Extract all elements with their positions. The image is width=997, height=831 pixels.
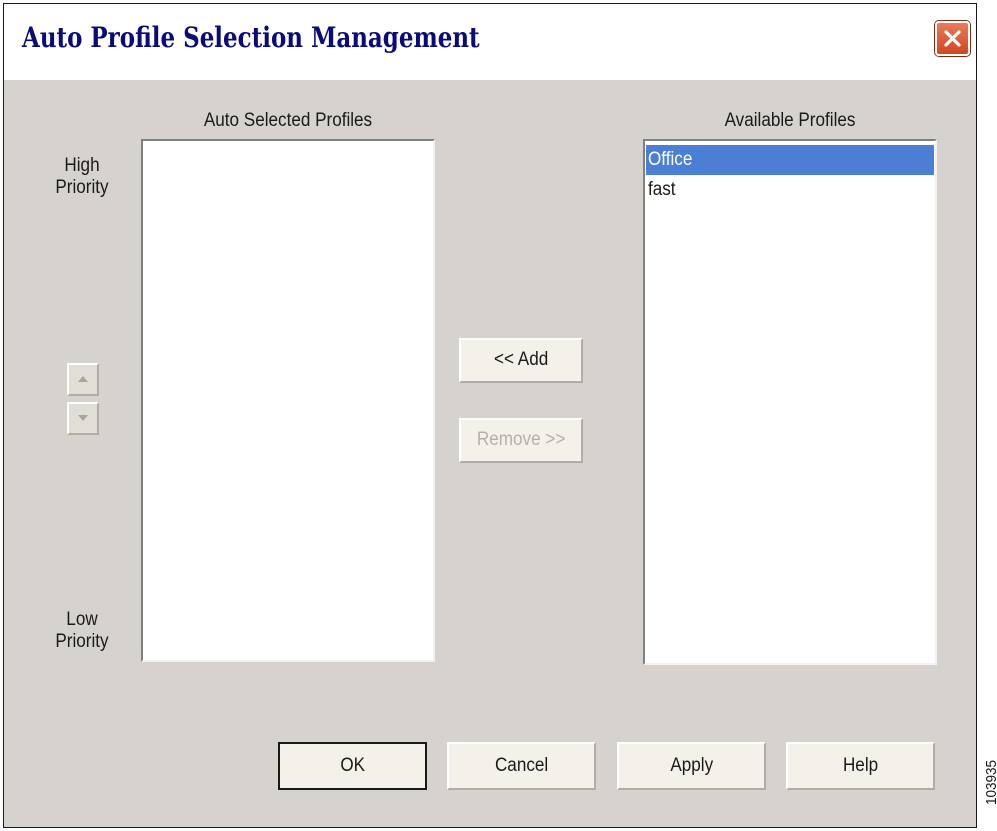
move-up-button[interactable]	[67, 363, 99, 396]
list-item-label: Office	[648, 149, 693, 170]
window-title: Auto Profile Selection Management	[22, 21, 480, 54]
add-button[interactable]: << Add	[459, 338, 583, 383]
close-x-icon	[944, 30, 961, 47]
figure-id-label: 103935	[983, 759, 997, 805]
arrow-down-icon	[78, 415, 88, 421]
low-priority-label: Low Priority	[55, 609, 109, 652]
high-priority-label: High Priority	[55, 155, 109, 198]
available-profiles-list[interactable]: Office fast	[643, 139, 937, 665]
auto-selected-profiles-label: Auto Selected Profiles	[203, 110, 373, 131]
dialog-window: Auto Profile Selection Management High P…	[3, 3, 977, 828]
help-button[interactable]: Help	[786, 742, 935, 790]
available-profiles-label: Available Profiles	[724, 110, 856, 131]
apply-button[interactable]: Apply	[617, 742, 766, 790]
remove-button[interactable]: Remove >>	[459, 418, 583, 463]
list-item[interactable]: fast	[646, 175, 934, 205]
cancel-button[interactable]: Cancel	[447, 742, 596, 790]
title-bar[interactable]: Auto Profile Selection Management	[4, 4, 976, 80]
arrow-up-icon	[78, 376, 88, 382]
close-button[interactable]	[935, 21, 970, 56]
list-item-label: fast	[648, 179, 676, 200]
move-down-button[interactable]	[67, 402, 99, 435]
auto-selected-profiles-list[interactable]	[141, 139, 435, 662]
list-item[interactable]: Office	[646, 145, 934, 175]
ok-button[interactable]: OK	[278, 742, 427, 790]
